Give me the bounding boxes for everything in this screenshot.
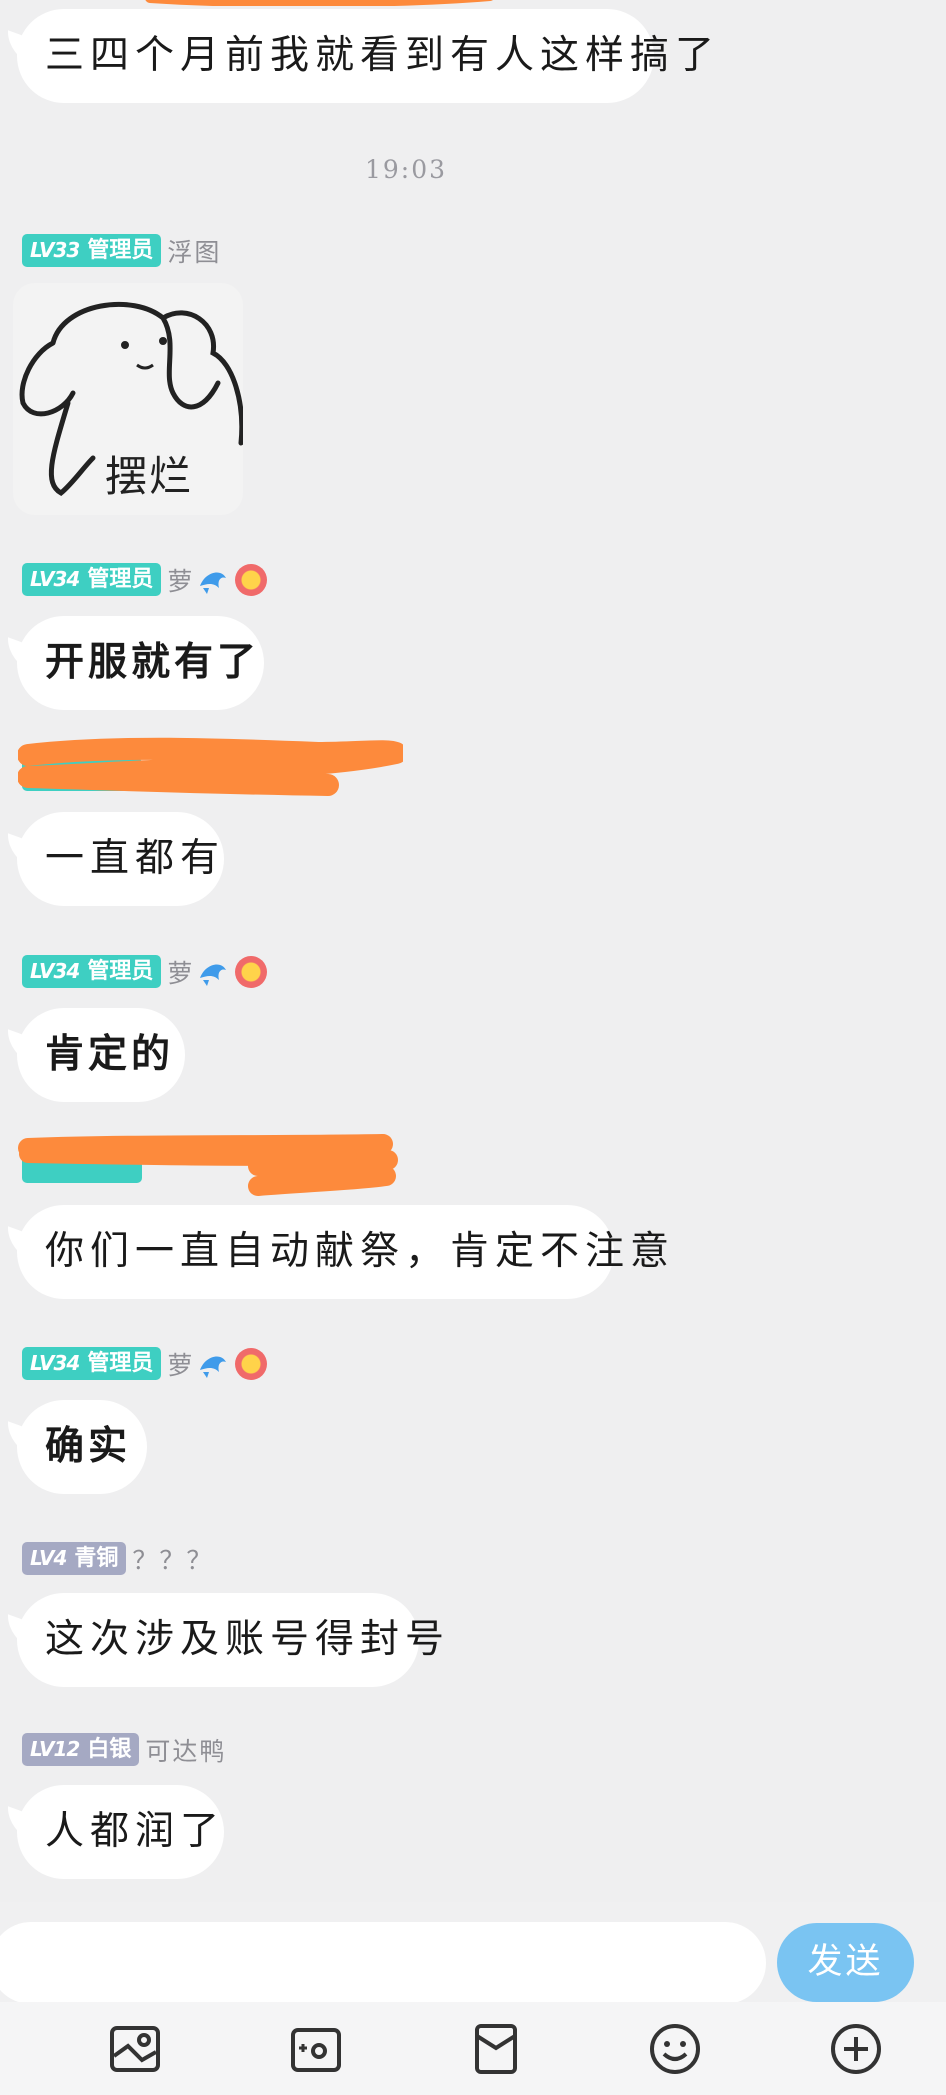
message-bubble: 三四个月前我就看到有人这样搞了 xyxy=(17,9,714,103)
level-badge: LV34 管理员 xyxy=(22,1347,162,1380)
sticker-text: 摆烂 xyxy=(105,452,194,501)
red-packet-icon[interactable] xyxy=(469,2022,523,2076)
smiley-icon[interactable] xyxy=(648,2022,702,2076)
message-bubble: 你们一直自动献祭，肯定不注意 xyxy=(17,1205,669,1299)
sender-header: LV12 白银 可达鸭 xyxy=(22,1733,226,1766)
image-icon[interactable] xyxy=(108,2022,162,2076)
camera-icon[interactable] xyxy=(289,2022,343,2076)
flower-icon xyxy=(235,955,268,988)
level-badge: LV34 管理员 xyxy=(22,955,162,988)
dolphin-icon xyxy=(197,1348,229,1380)
sender-header: LV34 管理员 萝 xyxy=(22,1346,268,1382)
sender-name[interactable]: 浮图 xyxy=(167,233,221,269)
timestamp: 19:03 xyxy=(364,155,448,184)
redaction-scribble xyxy=(18,1134,398,1196)
message-bubble: 肯定的 xyxy=(17,1008,185,1102)
level-badge: LV33 管理员 xyxy=(22,234,162,267)
sender-name[interactable]: 萝 xyxy=(167,1346,194,1382)
message-bubble: 一直都有 xyxy=(17,812,224,906)
redaction-scribble xyxy=(18,737,403,796)
flower-icon xyxy=(235,563,268,596)
flower-icon xyxy=(235,1347,268,1380)
sender-header: LV4 青铜 ？？？ xyxy=(22,1542,213,1575)
dolphin-icon xyxy=(197,956,229,988)
message-input[interactable] xyxy=(0,1922,766,2004)
redaction-scribble xyxy=(145,0,493,6)
sender-header: LV33 管理员 浮图 xyxy=(22,234,221,267)
sender-header: LV34 管理员 萝 xyxy=(22,562,268,598)
message-bubble: 人都润了 xyxy=(17,1785,224,1879)
sender-header: LV34 管理员 萝 xyxy=(22,954,268,990)
dolphin-icon xyxy=(197,564,229,596)
level-badge: LV12 白银 xyxy=(22,1733,140,1766)
plus-circle-icon[interactable] xyxy=(829,2022,883,2076)
sender-name[interactable]: 萝 xyxy=(167,562,194,598)
sticker-image[interactable]: 摆烂 xyxy=(13,283,243,515)
input-bar: 发送 xyxy=(0,1902,946,2004)
bottom-toolbar xyxy=(0,2002,946,2095)
send-button[interactable]: 发送 xyxy=(777,1923,914,2002)
level-badge: LV4 青铜 xyxy=(22,1542,127,1575)
message-bubble: 这次涉及账号得封号 xyxy=(17,1593,444,1687)
message-bubble: 确实 xyxy=(17,1400,147,1494)
sender-name[interactable]: ？？？ xyxy=(132,1541,213,1577)
level-badge: LV34 管理员 xyxy=(22,563,162,596)
message-bubble: 开服就有了 xyxy=(17,616,264,710)
sender-name[interactable]: 萝 xyxy=(167,954,194,990)
chat-area[interactable]: 三四个月前我就看到有人这样搞了 19:03 LV33 管理员 浮图 摆烂 LV34… xyxy=(0,0,946,1902)
sender-name[interactable]: 可达鸭 xyxy=(145,1732,226,1768)
